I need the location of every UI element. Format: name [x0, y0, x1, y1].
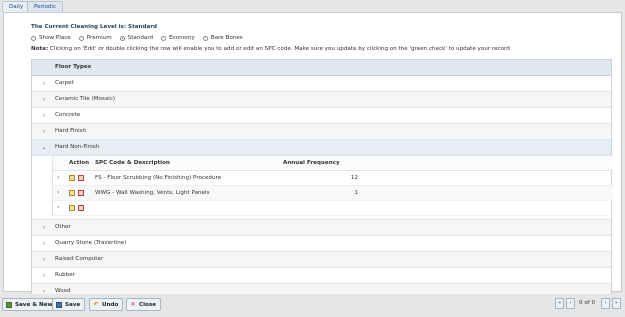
chevron-right-icon[interactable]: ›: [39, 268, 49, 283]
footer-toolbar: Save & New Save ↶ Undo ✕ Close « ‹ 0 of 0 …: [0, 294, 625, 317]
grid-row-carpet[interactable]: › Carpet: [32, 76, 611, 92]
chevron-right-icon[interactable]: ›: [39, 220, 49, 235]
spc-description: WWG - Wall Washing, Vents, Light Panels: [95, 190, 210, 196]
pager-text: 0 of 0: [579, 300, 596, 306]
subgrid-new-row[interactable]: ›: [53, 201, 613, 216]
save-button[interactable]: Save: [52, 298, 86, 311]
grid-row-rubber[interactable]: › Rubber: [32, 268, 611, 284]
note-text: Clicking on 'Edit' or double clicking th…: [48, 46, 510, 52]
first-page-button[interactable]: «: [555, 298, 564, 309]
radio-icon: [202, 35, 208, 41]
col-spc-header: SPC Code & Description: [95, 160, 170, 166]
grid-row-other[interactable]: › Other: [32, 220, 611, 236]
radio-label: Show Place: [39, 35, 71, 41]
delete-icon[interactable]: [78, 175, 84, 181]
chevron-right-icon[interactable]: ›: [57, 186, 59, 200]
radio-icon: [31, 35, 36, 41]
col-frequency-header: Annual Frequency: [283, 160, 340, 166]
chevron-right-icon[interactable]: ›: [39, 124, 49, 139]
chevron-right-icon[interactable]: ›: [57, 171, 59, 185]
next-page-button[interactable]: ›: [601, 298, 610, 309]
button-label: Undo: [102, 302, 119, 308]
edit-icon[interactable]: [69, 190, 75, 196]
grid-row-raised-computer[interactable]: › Raised Computer: [32, 252, 611, 268]
grid-row-hard-finish[interactable]: › Hard Finish: [32, 124, 611, 140]
radio-bare-bones[interactable]: Bare Bones: [202, 35, 243, 41]
radio-label: Economy: [169, 35, 195, 41]
subgrid-row[interactable]: › WWG - Wall Washing, Vents, Light Panel…: [53, 186, 613, 201]
row-label: Hard Finish: [55, 128, 87, 134]
edit-note: Note: Clicking on 'Edit' or double click…: [31, 46, 510, 52]
tab-periodic[interactable]: Periodic: [27, 1, 64, 12]
radio-label: Premium: [86, 35, 112, 41]
row-label: Raised Computer: [55, 256, 104, 262]
grid-row-concrete[interactable]: › Concrete: [32, 108, 611, 124]
annual-frequency: 12: [350, 175, 358, 181]
chevron-right-icon[interactable]: ›: [57, 201, 59, 215]
cleaning-level-title: The Current Cleaning Level is: Standard: [31, 24, 158, 30]
button-label: Save: [65, 302, 81, 308]
radio-premium[interactable]: Premium: [78, 35, 112, 41]
row-label: Hard Non-Finish: [55, 144, 100, 150]
button-label: Save & New: [15, 302, 53, 308]
row-label: Carpet: [55, 80, 74, 86]
delete-icon[interactable]: [78, 190, 84, 196]
grid-row-ceramic-tile[interactable]: › Ceramic Tile (Mosaic): [32, 92, 611, 108]
edit-icon[interactable]: [69, 205, 75, 211]
row-label: Concrete: [55, 112, 81, 118]
row-label: Rubber: [55, 272, 76, 278]
radio-standard[interactable]: Standard: [119, 35, 154, 41]
chevron-down-icon[interactable]: ⌄: [39, 140, 49, 155]
chevron-right-icon[interactable]: ›: [39, 108, 49, 123]
grid-header: Floor Types: [32, 60, 611, 76]
radio-selected-icon: [119, 35, 125, 41]
radio-icon: [78, 35, 84, 41]
row-label: Ceramic Tile (Mosaic): [55, 96, 116, 102]
button-label: Close: [139, 302, 156, 308]
chevron-right-icon[interactable]: ›: [39, 236, 49, 251]
floor-types-grid: Floor Types › Carpet › Ceramic Tile (Mosai…: [31, 59, 613, 300]
chevron-right-icon[interactable]: ›: [39, 252, 49, 267]
grid-row-hard-non-finish[interactable]: ⌄ Hard Non-Finish: [32, 140, 611, 156]
row-label: Quarry Stone (Travertine): [55, 240, 127, 246]
chevron-right-icon[interactable]: ›: [39, 76, 49, 91]
save-and-new-button[interactable]: Save & New: [2, 298, 58, 311]
close-icon: ✕: [130, 301, 136, 308]
prev-page-button[interactable]: ‹: [566, 298, 575, 309]
spc-description: FS - Floor Scrubbing (No Finishing) Proc…: [95, 175, 222, 181]
subgrid-header: Action SPC Code & Description Annual Fre…: [53, 156, 613, 171]
radio-label: Standard: [127, 35, 154, 41]
tab-daily[interactable]: Daily: [2, 1, 31, 12]
add-icon: [6, 302, 12, 308]
radio-economy[interactable]: Economy: [161, 35, 195, 41]
last-page-button[interactable]: »: [612, 298, 621, 309]
cleaning-level-options: Show Place Premium Standard Economy Bare…: [31, 35, 251, 41]
undo-button[interactable]: ↶ Undo: [89, 298, 124, 311]
pager: « ‹ 0 of 0 › »: [555, 298, 623, 311]
spc-subgrid: Action SPC Code & Description Annual Fre…: [52, 156, 613, 216]
col-action-header: Action: [69, 160, 90, 166]
chevron-right-icon[interactable]: ›: [39, 92, 49, 107]
note-prefix: Note:: [31, 46, 49, 52]
close-button[interactable]: ✕ Close: [126, 298, 161, 311]
radio-label: Bare Bones: [210, 35, 243, 41]
subgrid-row[interactable]: › FS - Floor Scrubbing (No Finishing) Pr…: [53, 171, 613, 186]
edit-icon[interactable]: [69, 175, 75, 181]
hard-non-finish-detail: Action SPC Code & Description Annual Fre…: [32, 156, 613, 220]
radio-show-place[interactable]: Show Place: [31, 35, 71, 41]
grid-row-quarry-stone[interactable]: › Quarry Stone (Travertine): [32, 236, 611, 252]
undo-icon: ↶: [93, 301, 99, 308]
annual-frequency: 1: [354, 190, 358, 196]
floppy-disk-icon: [56, 302, 62, 308]
delete-icon[interactable]: [78, 205, 84, 211]
radio-icon: [161, 35, 167, 41]
tab-bar: Daily Periodic: [0, 0, 625, 12]
row-label: Other: [55, 224, 71, 230]
